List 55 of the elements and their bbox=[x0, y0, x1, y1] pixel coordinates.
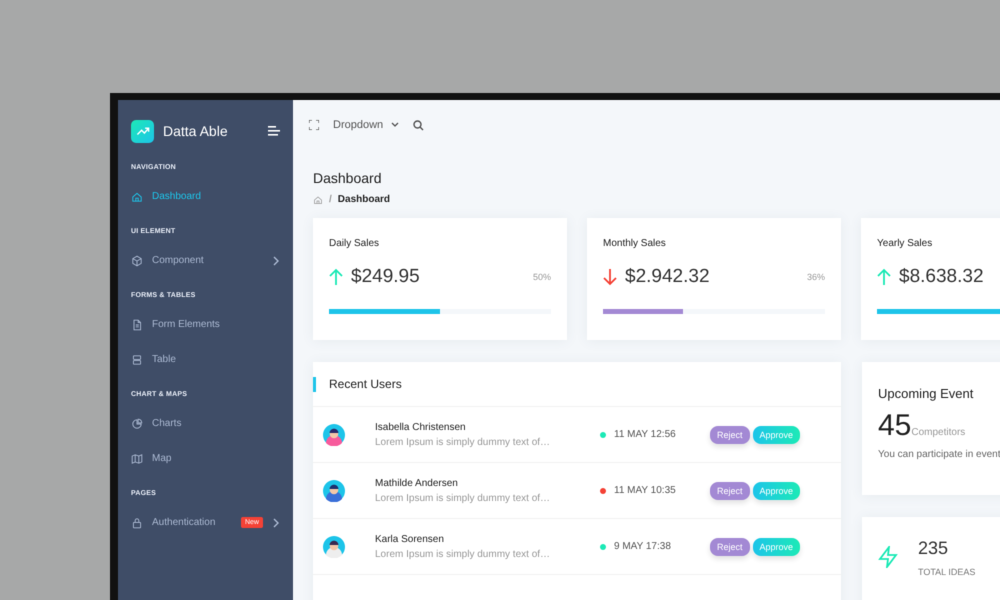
sales-value: $2.942.32 bbox=[625, 266, 711, 288]
cube-icon bbox=[131, 254, 143, 266]
nav-item[interactable]: Form Elements bbox=[118, 307, 293, 342]
card-title: Monthly Sales bbox=[603, 238, 667, 249]
user-description: Lorem Ipsum is simply dummy text of… bbox=[375, 548, 552, 560]
user-name: Mathilde Andersen bbox=[375, 478, 459, 488]
percent-label: 50% bbox=[532, 272, 551, 282]
lock-icon bbox=[131, 516, 143, 528]
ideas-count: 235 bbox=[918, 538, 950, 558]
breadcrumb-separator: / bbox=[329, 194, 332, 205]
timestamp: 11 MAY 10:35 bbox=[614, 485, 676, 496]
home-icon bbox=[131, 190, 143, 202]
user-description: Lorem Ipsum is simply dummy text of… bbox=[375, 436, 552, 448]
card-title: Yearly Sales bbox=[877, 238, 934, 249]
dropdown-menu[interactable]: Dropdown bbox=[333, 119, 400, 131]
user-name: Karla Sorensen bbox=[375, 534, 445, 544]
count-unit: Competitors bbox=[911, 427, 966, 438]
user-name: Isabella Christensen bbox=[375, 422, 467, 432]
avatar-icon bbox=[323, 536, 345, 558]
competitor-count: 45 bbox=[878, 409, 912, 443]
pie-chart-icon bbox=[131, 418, 143, 430]
card-title: Recent Users bbox=[329, 377, 402, 391]
table-icon bbox=[131, 354, 143, 366]
user-description: Lorem Ipsum is simply dummy text of… bbox=[375, 492, 552, 504]
home-icon bbox=[313, 194, 323, 204]
sales-value: $249.95 bbox=[351, 266, 421, 288]
card-title: Upcoming Event bbox=[878, 386, 974, 401]
caret-down-icon bbox=[391, 122, 400, 128]
nav-item[interactable]: Dashboard bbox=[118, 179, 293, 214]
avatar-icon bbox=[323, 480, 345, 502]
reject-button[interactable]: Reject bbox=[710, 538, 750, 556]
percent-label: 36% bbox=[806, 272, 825, 282]
nav-item[interactable]: Charts bbox=[118, 406, 293, 441]
lightning-icon bbox=[878, 546, 898, 568]
ideas-label: TOTAL IDEAS bbox=[918, 566, 976, 576]
nav-item[interactable]: Map bbox=[118, 441, 293, 476]
nav-item[interactable]: Table bbox=[118, 342, 293, 377]
nav-item[interactable]: Component bbox=[118, 243, 293, 278]
sales-value: $8.638.32 bbox=[899, 266, 985, 288]
timestamp: 11 MAY 12:56 bbox=[614, 429, 676, 440]
card-title: Daily Sales bbox=[329, 238, 380, 249]
document-icon bbox=[131, 318, 143, 330]
page-title: Dashboard bbox=[313, 170, 382, 186]
breadcrumb-link[interactable]: Dashboard bbox=[338, 194, 390, 205]
map-icon bbox=[131, 452, 143, 464]
fullscreen-icon[interactable] bbox=[309, 120, 319, 130]
timestamp: 9 MAY 17:38 bbox=[614, 541, 671, 552]
avatar-icon bbox=[323, 424, 345, 446]
brand-name: Datta Able bbox=[163, 123, 229, 139]
reject-button[interactable]: Reject bbox=[710, 482, 750, 500]
event-text: You can participate in event bbox=[878, 449, 1000, 460]
reject-button[interactable]: Reject bbox=[710, 426, 750, 444]
menu-icon[interactable] bbox=[268, 126, 280, 136]
logo-icon bbox=[131, 120, 154, 142]
search-icon[interactable] bbox=[413, 120, 424, 130]
